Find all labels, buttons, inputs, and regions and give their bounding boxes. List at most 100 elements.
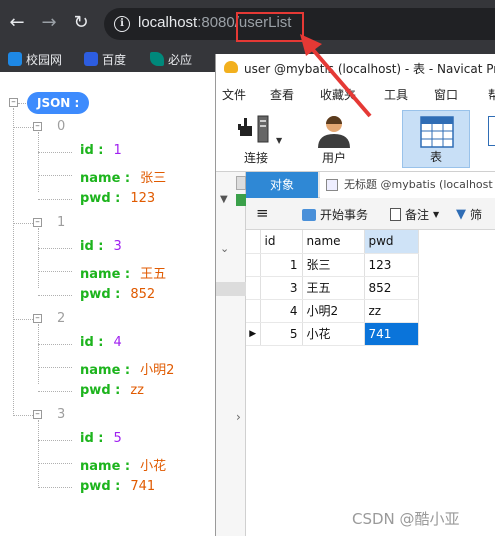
row-marker[interactable] (246, 276, 261, 300)
row-marker[interactable] (246, 299, 261, 323)
json-field-name: name : 王五 (80, 267, 167, 282)
cell-pwd[interactable]: 123 (364, 253, 419, 277)
dropdown-arrow-icon[interactable]: ▼ (276, 136, 282, 145)
user-label: 用户 (321, 151, 346, 165)
query-icon (326, 179, 338, 191)
cell-name[interactable]: 王五 (302, 276, 365, 300)
dropdown-arrow-icon: ▼ (433, 210, 440, 219)
table-row[interactable]: 3 王五 852 (246, 276, 419, 300)
back-arrow-icon[interactable]: ← (6, 12, 28, 34)
current-row-arrow-icon[interactable]: ▶ (246, 322, 261, 346)
bookmark-campus[interactable]: 校园网 (8, 50, 62, 68)
screenshot-root: ← → ↻ i localhost:8080/userList 校园网 百度 必… (0, 0, 495, 536)
cell-name[interactable]: 张三 (302, 253, 365, 277)
main-toolbar: ▼ 连接 用户 表 (216, 106, 495, 172)
tab-query-label: 无标题 @mybatis (localhost (344, 178, 493, 191)
db-icon (236, 176, 246, 190)
cell-id[interactable]: 5 (260, 322, 303, 346)
json-field-pwd: pwd :741 (80, 479, 156, 494)
menu-tools[interactable]: 工具 (384, 86, 408, 103)
baidu-paw-icon (84, 52, 98, 66)
json-field-id: id :3 (80, 239, 122, 254)
user-icon (318, 116, 350, 148)
cell-id[interactable]: 4 (260, 299, 303, 323)
json-field-id: id :5 (80, 431, 122, 446)
row-marker-header (246, 230, 261, 254)
chevron-right-icon[interactable]: › (236, 410, 241, 424)
menu-bar: 文件 查看 收藏夹 工具 窗口 帮 (216, 82, 495, 106)
column-header-id[interactable]: id (260, 230, 303, 254)
table-icon (420, 116, 454, 148)
window-title: user @mybatis (localhost) - 表 - Navicat … (244, 62, 495, 76)
connect-button[interactable]: ▼ 连接 (222, 110, 290, 168)
plug-icon (238, 115, 269, 143)
cell-pwd[interactable]: zz (364, 299, 419, 323)
json-field-pwd: pwd : zz (80, 383, 145, 398)
tab-objects[interactable]: 对象 (246, 172, 318, 198)
expand-arrow-icon[interactable]: ▼ (220, 194, 228, 205)
menu-window[interactable]: 窗口 (434, 86, 458, 103)
notes-button[interactable]: 备注 ▼ (390, 206, 439, 223)
json-field-name: name : 小花 (80, 459, 167, 474)
filter-label: 筛 (470, 208, 483, 222)
json-field-name: name : 小明2 (80, 363, 175, 378)
menu-button[interactable]: ≡ (256, 206, 269, 221)
selected-node[interactable] (216, 282, 246, 296)
tab-untitled-query[interactable]: 无标题 @mybatis (localhost (320, 172, 495, 198)
view-icon[interactable] (488, 116, 495, 146)
collapse-toggle[interactable]: – (33, 218, 42, 227)
json-field-id: id :1 (80, 143, 122, 158)
json-field-pwd: pwd :852 (80, 287, 156, 302)
bookmark-baidu[interactable]: 百度 (84, 50, 126, 68)
notes-icon (390, 208, 401, 221)
menu-view[interactable]: 查看 (270, 86, 294, 103)
table-row[interactable]: 4 小明2 zz (246, 299, 419, 323)
column-header-name[interactable]: name (302, 230, 365, 254)
info-icon[interactable]: i (114, 16, 130, 32)
begin-transaction-button[interactable]: 开始事务 (302, 206, 368, 223)
menu-file[interactable]: 文件 (222, 86, 246, 103)
json-viewer: – JSON : – 0 id :1 name : 张三 pwd :123 – 1… (0, 72, 215, 536)
row-marker[interactable] (246, 253, 261, 277)
menu-favorites[interactable]: 收藏夹 (320, 86, 356, 103)
bookmark-label: 必应 (168, 52, 193, 67)
table-button[interactable]: 表 (402, 110, 470, 168)
collapse-toggle[interactable]: – (9, 98, 18, 107)
url-highlight-box (236, 12, 304, 42)
filter-button[interactable]: ▼ 筛 (456, 206, 482, 223)
menu-help[interactable]: 帮 (488, 86, 495, 103)
navicat-titlebar: user @mybatis (localhost) - 表 - Navicat … (216, 54, 495, 82)
collapse-toggle[interactable]: – (33, 314, 42, 323)
filter-icon: ▼ (456, 207, 466, 222)
cell-pwd[interactable]: 852 (364, 276, 419, 300)
database-icon (236, 194, 246, 206)
bing-icon (150, 52, 164, 66)
chevron-down-icon[interactable]: ⌄ (220, 242, 229, 255)
user-button[interactable]: 用户 (300, 110, 368, 168)
table-label: 表 (429, 150, 442, 164)
cell-id[interactable]: 1 (260, 253, 303, 277)
begin-transaction-label: 开始事务 (320, 208, 369, 222)
forward-arrow-icon[interactable]: → (38, 12, 60, 34)
cell-name[interactable]: 小明2 (302, 299, 365, 323)
cell-name[interactable]: 小花 (302, 322, 365, 346)
campus-icon (8, 52, 22, 66)
array-index: 3 (57, 407, 66, 422)
connection-pane: ▼ ⌄ › (216, 172, 246, 536)
url-host: localhost (138, 14, 198, 31)
cell-id[interactable]: 3 (260, 276, 303, 300)
cell-pwd-selected[interactable]: 741 (364, 322, 419, 346)
table-row[interactable]: ▶ 5 小花 741 (246, 322, 419, 346)
bookmark-bing[interactable]: 必应 (150, 50, 192, 68)
table-toolbar: ≡ 开始事务 备注 ▼ ▼ 筛 (246, 198, 495, 230)
collapse-toggle[interactable]: – (33, 410, 42, 419)
column-header-pwd[interactable]: pwd (364, 230, 419, 254)
collapse-toggle[interactable]: – (33, 122, 42, 131)
json-root-badge[interactable]: JSON : (27, 92, 90, 114)
json-field-id: id :4 (80, 335, 122, 350)
array-index: 1 (57, 215, 66, 230)
tab-strip: 对象 无标题 @mybatis (localhost (246, 172, 495, 198)
bookmark-label: 百度 (102, 52, 127, 67)
table-row[interactable]: 1 张三 123 (246, 253, 419, 277)
reload-icon[interactable]: ↻ (70, 12, 92, 34)
